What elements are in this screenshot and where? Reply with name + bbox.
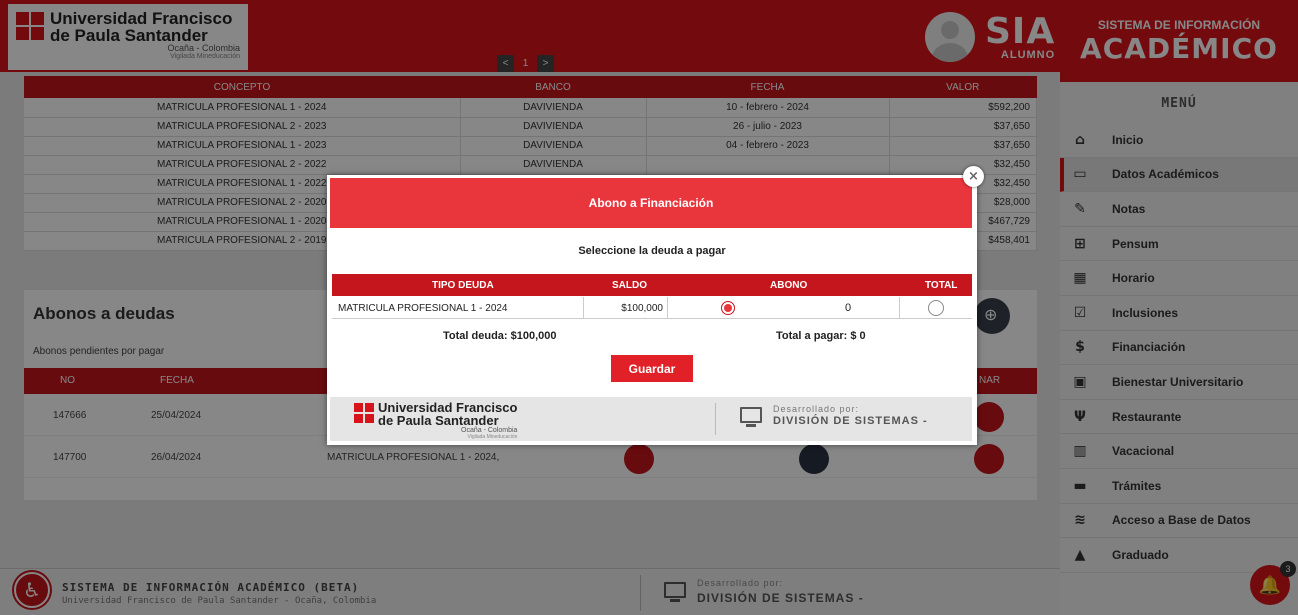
modal-university-line2: de Paula Santander <box>378 413 499 428</box>
debt-table-header: TIPO DEUDA SALDO ABONO TOTAL <box>332 274 972 296</box>
monitor-icon <box>740 407 762 427</box>
modal-subtitle: Seleccione la deuda a pagar <box>578 245 726 257</box>
abono-partial-radio[interactable] <box>721 301 735 315</box>
debt-tipo: MATRICULA PROFESIONAL 1 - 2024 <box>332 297 584 319</box>
col-saldo: SALDO <box>612 280 647 291</box>
modal-university-vigilada: Vigilada Mineducación <box>467 434 518 440</box>
col-tipo-deuda: TIPO DEUDA <box>432 280 494 291</box>
total-radio[interactable] <box>928 300 944 316</box>
total-a-pagar: Total a pagar: $ 0 <box>776 330 866 342</box>
close-icon[interactable]: × <box>963 166 984 187</box>
modal-developed-by: Desarrollado por: <box>773 404 860 414</box>
modal-title: Abono a Financiación <box>330 178 972 228</box>
abono-cell: 0 <box>668 297 900 319</box>
modal-university-city: Ocaña - Colombia <box>461 427 518 434</box>
col-abono: ABONO <box>770 280 808 291</box>
modal-footer: Universidad Francisco de Paula Santander… <box>330 397 972 441</box>
ufps-logo-icon <box>354 403 374 423</box>
modal-footer-divider <box>715 403 716 435</box>
col-total: TOTAL <box>925 280 958 291</box>
abono-financiacion-modal: Abono a Financiación Seleccione la deuda… <box>327 175 977 445</box>
abono-amount-input[interactable]: 0 <box>845 302 851 314</box>
debt-saldo: $100,000 <box>584 297 668 319</box>
modal-division: DIVISIÓN DE SISTEMAS - <box>773 415 928 427</box>
total-cell <box>900 297 972 319</box>
modal-university-logo: Universidad Francisco de Paula Santander… <box>354 401 517 440</box>
table-row: MATRICULA PROFESIONAL 1 - 2024 $100,000 … <box>332 297 972 319</box>
total-deuda: Total deuda: $100,000 <box>443 330 557 342</box>
guardar-button[interactable]: Guardar <box>611 355 693 382</box>
